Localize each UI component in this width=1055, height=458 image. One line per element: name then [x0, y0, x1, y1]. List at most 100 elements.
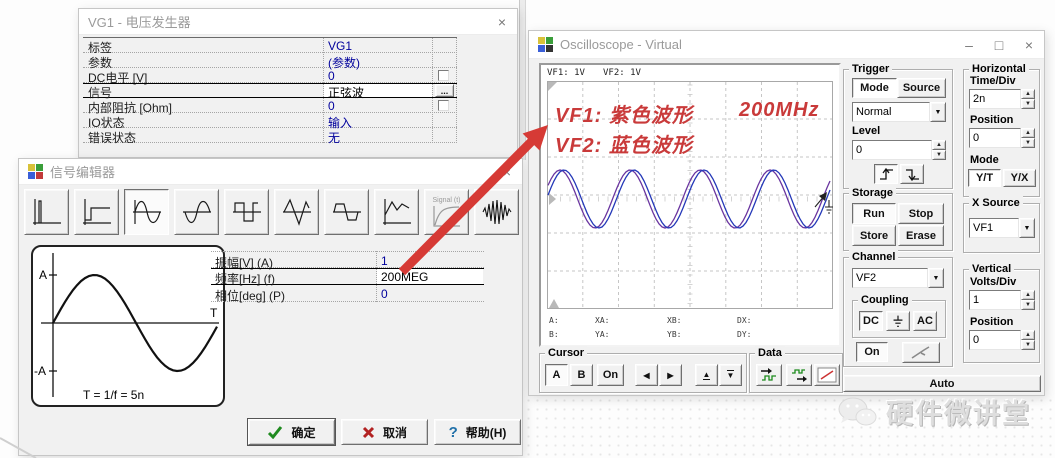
cursor-left-button[interactable]: ◀	[635, 364, 658, 386]
preview-time-label: T	[210, 306, 218, 320]
waveform-button-step[interactable]	[74, 189, 119, 235]
frequency-value-cell[interactable]: 200MEG	[377, 269, 483, 284]
waveform-button-bipolar-pulse[interactable]	[324, 189, 369, 235]
cancel-button[interactable]: 取消	[341, 419, 428, 445]
waveform-button-impulse[interactable]	[24, 189, 69, 235]
dropdown-arrow-button[interactable]: ▼	[928, 268, 944, 288]
spin-up-button[interactable]: ▲	[1021, 330, 1035, 340]
waveform-button-signal-t[interactable]: Signal (t)	[424, 189, 469, 235]
table-row[interactable]: 错误状态 无	[83, 128, 457, 143]
vg1-titlebar[interactable]: VG1 - 电压发生器	[79, 9, 517, 35]
cursor-jump-top-button[interactable]: ▲	[695, 364, 718, 386]
run-button[interactable]: Run	[852, 203, 896, 224]
channel-on-button[interactable]: On	[856, 342, 888, 362]
cursor-right-button[interactable]: ▶	[659, 364, 682, 386]
ok-button[interactable]: 确定	[248, 419, 335, 445]
spin-up-button[interactable]: ▲	[1021, 89, 1035, 99]
coupling-ac-button[interactable]: AC	[913, 311, 937, 331]
square-icon	[230, 195, 264, 229]
signal-editor-close-button[interactable]: ×	[494, 159, 520, 185]
row-value[interactable]: 无	[328, 129, 340, 146]
data-import-button[interactable]	[756, 364, 782, 386]
table-row[interactable]: 参数 (参数)	[83, 53, 457, 68]
dropdown-arrow-button[interactable]: ▼	[930, 102, 946, 122]
spin-up-button[interactable]: ▲	[932, 140, 946, 150]
spin-down-button[interactable]: ▼	[1021, 300, 1035, 310]
storage-group: Storage Run Stop Store Erase	[843, 193, 953, 251]
waveform-button-sine-inverted[interactable]	[174, 189, 219, 235]
spin-down-button[interactable]: ▼	[932, 150, 946, 160]
minimize-button[interactable]: –	[956, 31, 982, 59]
trigger-rising-edge-button[interactable]	[874, 164, 898, 184]
cursor-jump-bottom-button[interactable]: ▼	[719, 364, 742, 386]
waveform-button-sawtooth[interactable]	[374, 189, 419, 235]
table-row[interactable]: DC电平 [V] 0	[83, 68, 457, 83]
probe-button[interactable]	[902, 342, 940, 363]
dropdown-arrow-button[interactable]: ▼	[1019, 218, 1035, 238]
erase-button[interactable]: Erase	[898, 225, 944, 246]
stop-button[interactable]: Stop	[898, 203, 944, 224]
row-value[interactable]: 0	[328, 69, 335, 83]
readout-ya: YA:	[595, 330, 609, 339]
cursor-b-button[interactable]: B	[570, 364, 593, 386]
table-row[interactable]: 标签 VG1	[83, 38, 457, 53]
trigger-mode-dropdown[interactable]: Normal ▼	[852, 102, 946, 122]
vg1-dialog: VG1 - 电压发生器 × 标签 VG1 参数 (参数) DC电平 [V] 0 …	[78, 8, 518, 158]
time-div-input[interactable]: 2n	[969, 89, 1021, 109]
table-row-selected[interactable]: 信号 正弦波 ...	[83, 83, 457, 98]
yx-mode-button[interactable]: Y/X	[1003, 169, 1036, 187]
coupling-ground-button[interactable]	[886, 311, 910, 331]
auto-button[interactable]: Auto	[843, 375, 1041, 392]
vg1-close-button[interactable]: ×	[489, 9, 515, 35]
row-value[interactable]: 0	[328, 99, 335, 113]
wechat-icon	[836, 395, 878, 429]
help-button[interactable]: ? 帮助(H)	[434, 419, 521, 445]
signal-value-cell[interactable]: 正弦波	[324, 84, 432, 97]
waveform-button-sine-selected[interactable]	[124, 189, 169, 235]
channel-dropdown[interactable]: VF2 ▼	[852, 268, 944, 288]
x-source-dropdown[interactable]: VF1 ▼	[969, 218, 1035, 238]
screen: VG1 - 电压发生器 × 标签 VG1 参数 (参数) DC电平 [V] 0 …	[0, 0, 1055, 458]
dc-level-checkbox[interactable]	[438, 70, 449, 81]
trigger-mode-tab[interactable]: Mode	[852, 78, 897, 98]
spin-down-button[interactable]: ▼	[1021, 340, 1035, 350]
readout-dy: DY:	[737, 330, 751, 339]
x-source-group-label: X Source	[969, 196, 1023, 211]
readout-xa: XA:	[595, 316, 609, 325]
yt-mode-button[interactable]: Y/T	[968, 169, 1001, 187]
waveform-button-triangle[interactable]	[274, 189, 319, 235]
maximize-button[interactable]: □	[986, 31, 1012, 59]
param-row[interactable]: 相位[deg] (P) 0	[211, 285, 484, 302]
table-row[interactable]: IO状态 输入	[83, 113, 457, 128]
table-row[interactable]: 内部阻抗 [Ohm] 0	[83, 99, 457, 113]
signal-editor-titlebar[interactable]: 信号编辑器	[19, 159, 522, 185]
param-row[interactable]: 振幅[V] (A) 1	[211, 251, 484, 268]
waveform-button-square[interactable]	[224, 189, 269, 235]
cursor-on-button[interactable]: On	[597, 364, 624, 386]
data-plot-button[interactable]	[814, 364, 840, 386]
trigger-level-input[interactable]: 0	[852, 140, 932, 160]
v-position-input[interactable]: 0	[969, 330, 1021, 350]
coupling-dc-button[interactable]: DC	[859, 311, 883, 331]
spin-up-button[interactable]: ▲	[1021, 290, 1035, 300]
store-button[interactable]: Store	[852, 225, 896, 246]
trigger-falling-edge-button[interactable]	[900, 164, 924, 184]
close-button[interactable]: ×	[1016, 31, 1042, 59]
h-position-input[interactable]: 0	[969, 128, 1021, 148]
cursor-a-button[interactable]: A	[545, 364, 568, 386]
channel-scale-label-vf2: VF2: 1V	[603, 68, 641, 78]
impedance-checkbox[interactable]	[438, 100, 449, 111]
row-value[interactable]: VG1	[328, 39, 352, 53]
trigger-source-tab[interactable]: Source	[897, 78, 946, 98]
data-export-button[interactable]	[786, 364, 812, 386]
param-value[interactable]: 1	[381, 254, 388, 268]
param-row-selected[interactable]: 频率[Hz] (f) 200MEG	[211, 268, 484, 285]
waveform-button-burst[interactable]	[474, 189, 519, 235]
volts-div-input[interactable]: 1	[969, 290, 1021, 310]
spin-down-button[interactable]: ▼	[1021, 138, 1035, 148]
spin-up-button[interactable]: ▲	[1021, 128, 1035, 138]
storage-group-label: Storage	[849, 186, 896, 201]
spin-down-button[interactable]: ▼	[1021, 99, 1035, 109]
signal-more-button[interactable]: ...	[435, 84, 454, 97]
param-value[interactable]: 0	[381, 287, 388, 301]
